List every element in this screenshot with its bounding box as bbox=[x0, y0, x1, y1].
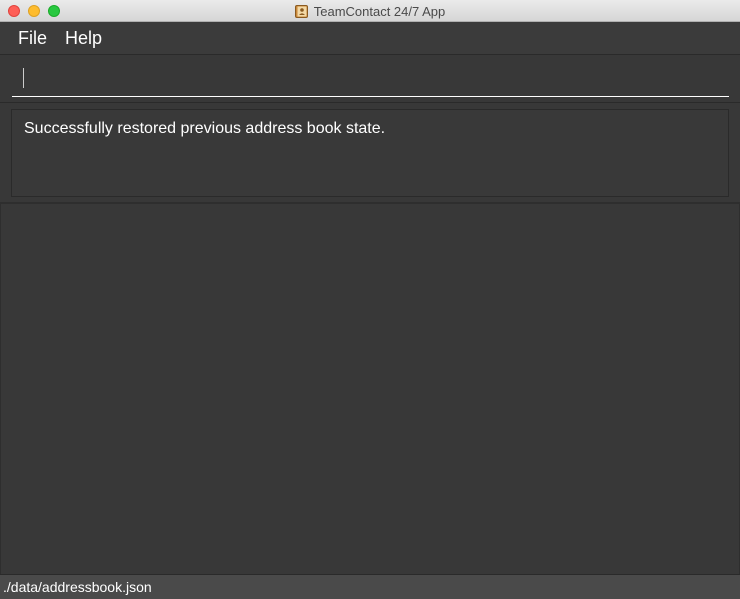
text-caret bbox=[23, 68, 24, 88]
status-bar: ./data/addressbook.json bbox=[0, 574, 740, 599]
result-message: Successfully restored previous address b… bbox=[24, 120, 386, 137]
menu-help[interactable]: Help bbox=[56, 22, 111, 55]
menu-file[interactable]: File bbox=[9, 22, 56, 55]
title-wrap: TeamContact 24/7 App bbox=[0, 0, 740, 22]
menu-bar: File Help bbox=[0, 22, 740, 55]
title-bar[interactable]: TeamContact 24/7 App bbox=[0, 0, 740, 22]
result-display-section: Successfully restored previous address b… bbox=[0, 103, 740, 204]
save-location-path: ./data/addressbook.json bbox=[3, 579, 152, 595]
command-box-section bbox=[0, 56, 740, 103]
person-list-panel[interactable] bbox=[0, 204, 740, 574]
result-display[interactable]: Successfully restored previous address b… bbox=[11, 109, 729, 197]
app-window: TeamContact 24/7 App File Help Successfu… bbox=[0, 0, 740, 599]
window-title: TeamContact 24/7 App bbox=[313, 3, 446, 19]
command-input[interactable] bbox=[12, 62, 729, 97]
address-book-icon bbox=[294, 4, 308, 18]
